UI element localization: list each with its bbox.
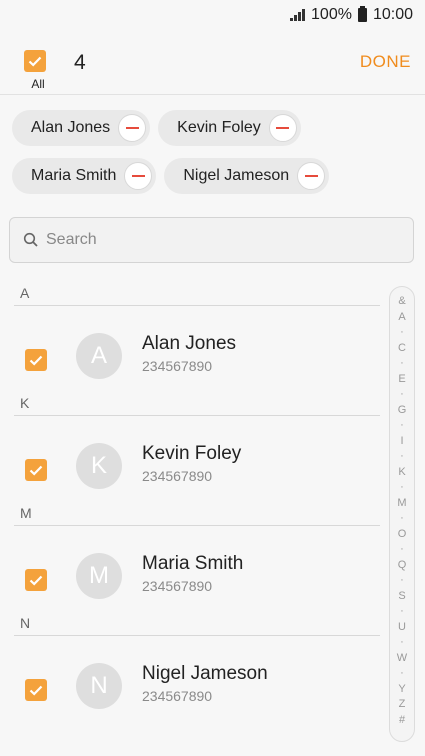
avatar: N (76, 663, 122, 709)
index-letter[interactable]: · (400, 604, 404, 620)
list-item[interactable]: A Alan Jones 234567890 (0, 306, 385, 390)
index-letter[interactable]: M (397, 496, 406, 512)
remove-icon[interactable] (124, 162, 153, 190)
contact-phone: 234567890 (142, 468, 213, 484)
index-letter[interactable]: # (399, 713, 405, 729)
chip-kevin-foley: Kevin Foley (158, 110, 301, 146)
remove-icon[interactable] (268, 114, 297, 142)
index-letter[interactable]: Q (398, 558, 407, 574)
list-item[interactable]: M Maria Smith 234567890 (0, 526, 385, 610)
section-header: A (14, 280, 380, 306)
index-letter[interactable]: · (400, 325, 404, 341)
selection-header: All 4 DONE (0, 30, 425, 95)
chip-label: Nigel Jameson (183, 167, 290, 184)
index-letter[interactable]: K (398, 465, 405, 481)
index-letter[interactable]: S (398, 589, 405, 605)
chip-alan-jones: Alan Jones (12, 110, 151, 146)
chip-label: Kevin Foley (177, 119, 261, 136)
chip-label: Maria Smith (31, 167, 117, 184)
checkbox[interactable] (25, 569, 47, 591)
list-item[interactable]: N Nigel Jameson 234567890 (0, 636, 385, 720)
contact-phone: 234567890 (142, 358, 213, 374)
contact-phone: 234567890 (142, 688, 213, 704)
index-letter[interactable]: · (400, 573, 404, 589)
index-letter[interactable]: C (398, 341, 406, 357)
index-letter[interactable]: E (398, 372, 405, 388)
section-a: A A Alan Jones 234567890 (0, 280, 385, 390)
index-letter[interactable]: · (400, 356, 404, 372)
remove-icon[interactable] (297, 162, 326, 190)
chip-maria-smith: Maria Smith (12, 158, 157, 194)
avatar: K (76, 443, 122, 489)
contact-name: Alan Jones (142, 333, 237, 354)
index-letter[interactable]: · (400, 480, 404, 496)
search-placeholder: Search (46, 231, 97, 248)
selected-chips: Alan Jones Kevin Foley Maria Smith Nigel… (12, 110, 413, 206)
contact-list: A A Alan Jones 234567890 K K Kevin Foley… (0, 280, 385, 720)
section-k: K K Kevin Foley 234567890 (0, 390, 385, 500)
index-letter[interactable]: O (398, 527, 407, 543)
search-input[interactable]: Search (9, 217, 414, 263)
index-letter[interactable]: · (400, 449, 404, 465)
selected-count: 4 (74, 51, 86, 74)
select-all-checkbox[interactable]: All (24, 50, 52, 91)
section-header: M (14, 500, 380, 526)
index-letter[interactable]: · (400, 418, 404, 434)
section-n: N N Nigel Jameson 234567890 (0, 610, 385, 720)
clock: 10:00 (372, 6, 413, 23)
section-header: K (14, 390, 380, 416)
index-letter[interactable]: · (400, 666, 404, 682)
index-letter[interactable]: I (400, 434, 403, 450)
index-letter[interactable]: Z (399, 697, 406, 713)
search-icon (23, 232, 38, 247)
checkbox[interactable] (25, 349, 47, 371)
index-letter[interactable]: G (398, 403, 407, 419)
list-item[interactable]: K Kevin Foley 234567890 (0, 416, 385, 500)
contact-name: Maria Smith (142, 553, 244, 574)
index-letter[interactable]: Y (398, 682, 405, 698)
status-bar: 100% 10:00 (0, 0, 425, 30)
index-letter[interactable]: · (400, 511, 404, 527)
section-header: N (14, 610, 380, 636)
battery-icon (357, 6, 367, 22)
battery-percent: 100% (311, 6, 352, 23)
avatar: A (76, 333, 122, 379)
checkbox-checked-icon (24, 50, 46, 72)
chip-nigel-jameson: Nigel Jameson (164, 158, 330, 194)
section-m: M M Maria Smith 234567890 (0, 500, 385, 610)
remove-icon[interactable] (118, 114, 147, 142)
chip-label: Alan Jones (31, 119, 111, 136)
contact-phone: 234567890 (142, 578, 213, 594)
index-letter[interactable]: & (398, 294, 405, 310)
alphabet-index-scroller[interactable]: & A · C · E · G · I · K · M · O · Q · S · U · W · Y Z # (389, 286, 415, 742)
signal-icon (290, 9, 306, 21)
index-letter[interactable]: · (400, 635, 404, 651)
done-button[interactable]: DONE (360, 52, 411, 72)
select-all-label: All (31, 77, 45, 91)
index-letter[interactable]: A (398, 310, 405, 326)
index-letter[interactable]: · (400, 387, 404, 403)
checkbox[interactable] (25, 459, 47, 481)
index-letter[interactable]: · (400, 542, 404, 558)
index-letter[interactable]: U (398, 620, 406, 636)
contact-name: Nigel Jameson (142, 663, 268, 684)
avatar: M (76, 553, 122, 599)
checkbox[interactable] (25, 679, 47, 701)
index-letter[interactable]: W (397, 651, 407, 667)
contact-name: Kevin Foley (142, 443, 242, 464)
